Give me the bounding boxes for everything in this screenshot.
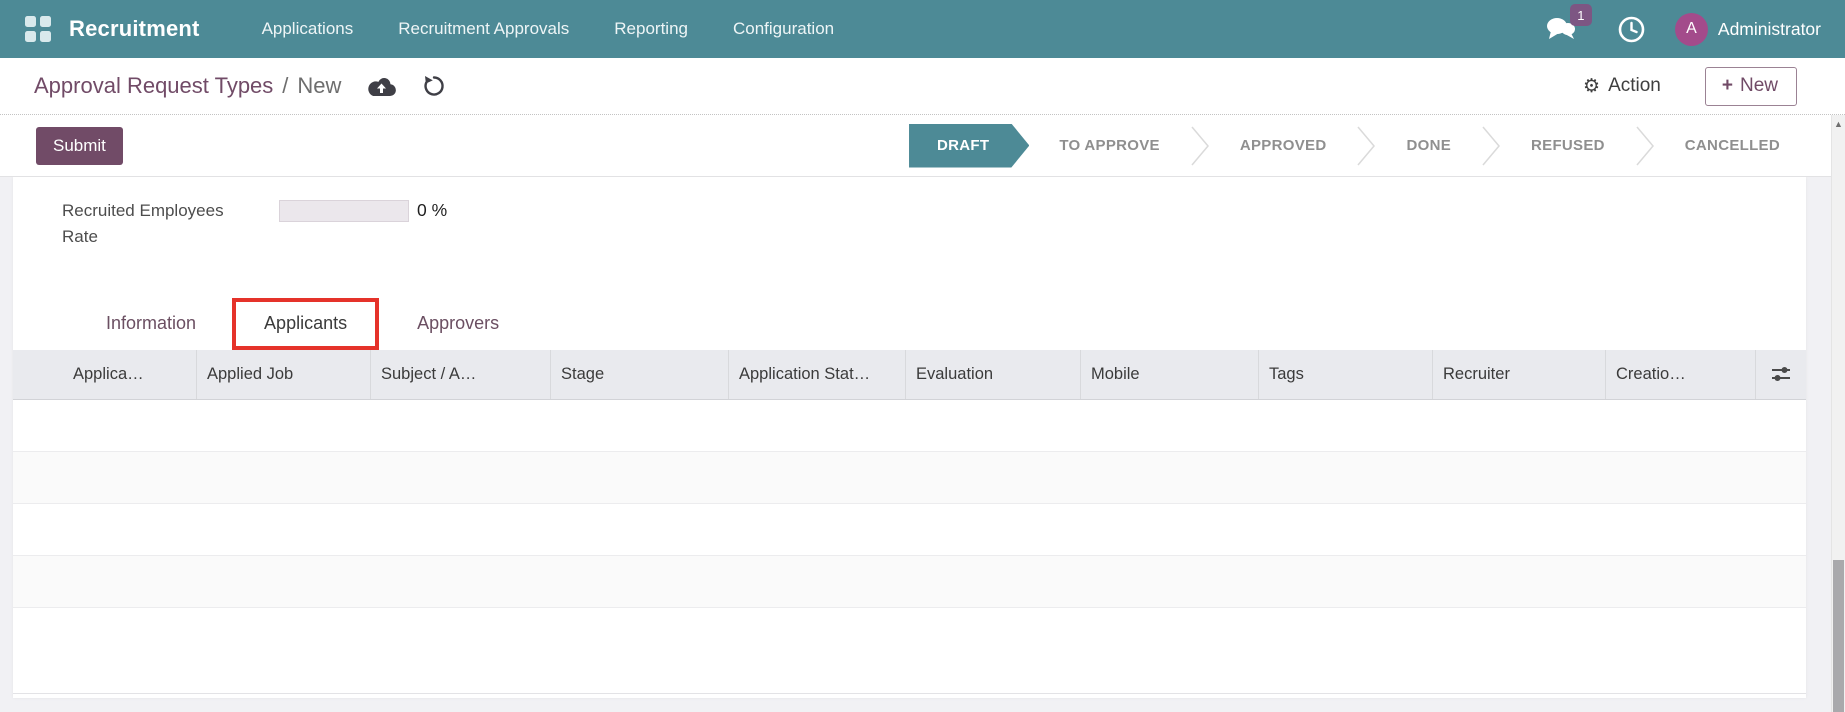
action-label: Action (1608, 75, 1661, 96)
applicants-list: Applica… Applied Job Subject / A… Stage … (13, 349, 1806, 694)
col-subject[interactable]: Subject / A… (370, 349, 550, 399)
col-mobile[interactable]: Mobile (1080, 349, 1258, 399)
tab-applicants[interactable]: Applicants (248, 302, 363, 346)
discard-changes-button[interactable] (422, 74, 446, 98)
stage-approved[interactable]: APPROVED (1210, 124, 1357, 168)
recruited-rate-field: Recruited Employees Rate 0 % (13, 177, 1806, 251)
stage-chevron-icon (1635, 124, 1655, 168)
empty-row[interactable] (13, 503, 1806, 556)
list-header-row: Applica… Applied Job Subject / A… Stage … (13, 349, 1806, 400)
main-menus: Applications Recruitment Approvals Repor… (262, 19, 835, 39)
menu-reporting[interactable]: Reporting (614, 19, 688, 39)
stage-draft[interactable]: DRAFT (909, 124, 1029, 168)
stage-chevron-icon (1190, 124, 1210, 168)
stage-done[interactable]: DONE (1376, 124, 1481, 168)
vertical-scrollbar[interactable]: ▲ (1831, 115, 1845, 712)
menu-recruitment-approvals[interactable]: Recruitment Approvals (398, 19, 569, 39)
stage-pipeline: DRAFT TO APPROVE APPROVED DONE REFUSED C… (909, 124, 1810, 168)
col-applicant[interactable]: Applica… (13, 350, 196, 399)
tab-approvers[interactable]: Approvers (401, 298, 515, 350)
messages-count-badge: 1 (1569, 4, 1592, 26)
control-panel: Approval Request Types / New ⚙ Action + … (0, 58, 1845, 115)
recruited-rate-label: Recruited Employees Rate (62, 201, 224, 247)
menu-configuration[interactable]: Configuration (733, 19, 834, 39)
avatar[interactable]: A (1674, 12, 1708, 46)
scrollbar-thumb[interactable] (1833, 560, 1844, 712)
scroll-up-arrow[interactable]: ▲ (1832, 115, 1845, 133)
col-applied-job[interactable]: Applied Job (196, 349, 370, 399)
app-window: Recruitment Applications Recruitment App… (0, 0, 1845, 712)
stage-cancelled[interactable]: CANCELLED (1655, 124, 1810, 168)
menu-applications[interactable]: Applications (262, 19, 354, 39)
col-tags[interactable]: Tags (1258, 349, 1432, 399)
recruited-rate-value: 0 % (417, 200, 448, 220)
undo-icon (424, 76, 445, 96)
app-title[interactable]: Recruitment (69, 16, 200, 42)
action-menu-button[interactable]: ⚙ Action (1583, 75, 1661, 97)
tab-information[interactable]: Information (90, 298, 212, 350)
empty-row[interactable] (13, 399, 1806, 452)
plus-icon: + (1721, 74, 1733, 96)
activities-button[interactable] (1618, 16, 1645, 43)
stage-to-approve[interactable]: TO APPROVE (1029, 124, 1190, 168)
empty-row[interactable] (13, 555, 1806, 608)
user-menu[interactable]: Administrator (1718, 19, 1821, 40)
form-sheet: Recruited Employees Rate 0 % Information… (13, 177, 1806, 698)
control-panel-actions: ⚙ Action + New (1583, 66, 1797, 106)
column-settings-icon (1772, 367, 1790, 382)
col-evaluation[interactable]: Evaluation (905, 349, 1080, 399)
clock-icon (1618, 16, 1645, 42)
apps-grid-icon[interactable] (25, 16, 51, 42)
save-record-button[interactable] (367, 75, 397, 98)
col-application-status[interactable]: Application Stat… (728, 349, 905, 399)
col-creation-date[interactable]: Creatio… (1605, 349, 1755, 399)
recruited-rate-progressbar (279, 200, 409, 222)
annotation-highlight-box: Applicants (232, 297, 380, 350)
breadcrumb-current: New (297, 73, 342, 98)
new-record-button[interactable]: + New (1704, 66, 1797, 106)
notebook-tabs: Information Applicants Approvers (13, 297, 1806, 350)
nav-right: 1 A Administrator (1546, 4, 1821, 46)
nav-left: Recruitment Applications Recruitment App… (25, 16, 834, 42)
new-button-label: New (1739, 74, 1778, 96)
form-view-container: Recruited Employees Rate 0 % Information… (0, 177, 1845, 712)
submit-button[interactable]: Submit (36, 126, 123, 165)
stage-chevron-icon (1356, 124, 1376, 168)
form-statusbar: Submit DRAFT TO APPROVE APPROVED DONE RE… (0, 115, 1845, 177)
top-navbar: Recruitment Applications Recruitment App… (0, 0, 1845, 58)
gear-icon: ⚙ (1583, 75, 1601, 97)
stage-chevron-icon (1481, 124, 1501, 168)
empty-row[interactable] (13, 451, 1806, 504)
col-stage[interactable]: Stage (550, 349, 728, 399)
cloud-save-icon (368, 77, 397, 96)
optional-columns-button[interactable] (1755, 349, 1806, 399)
stage-refused[interactable]: REFUSED (1501, 124, 1635, 168)
col-recruiter[interactable]: Recruiter (1432, 349, 1605, 399)
empty-area (13, 607, 1806, 694)
messages-button[interactable]: 1 (1546, 4, 1592, 42)
breadcrumb: Approval Request Types / New (34, 73, 446, 99)
breadcrumb-separator: / (282, 73, 289, 98)
breadcrumb-parent-link[interactable]: Approval Request Types (34, 73, 273, 99)
